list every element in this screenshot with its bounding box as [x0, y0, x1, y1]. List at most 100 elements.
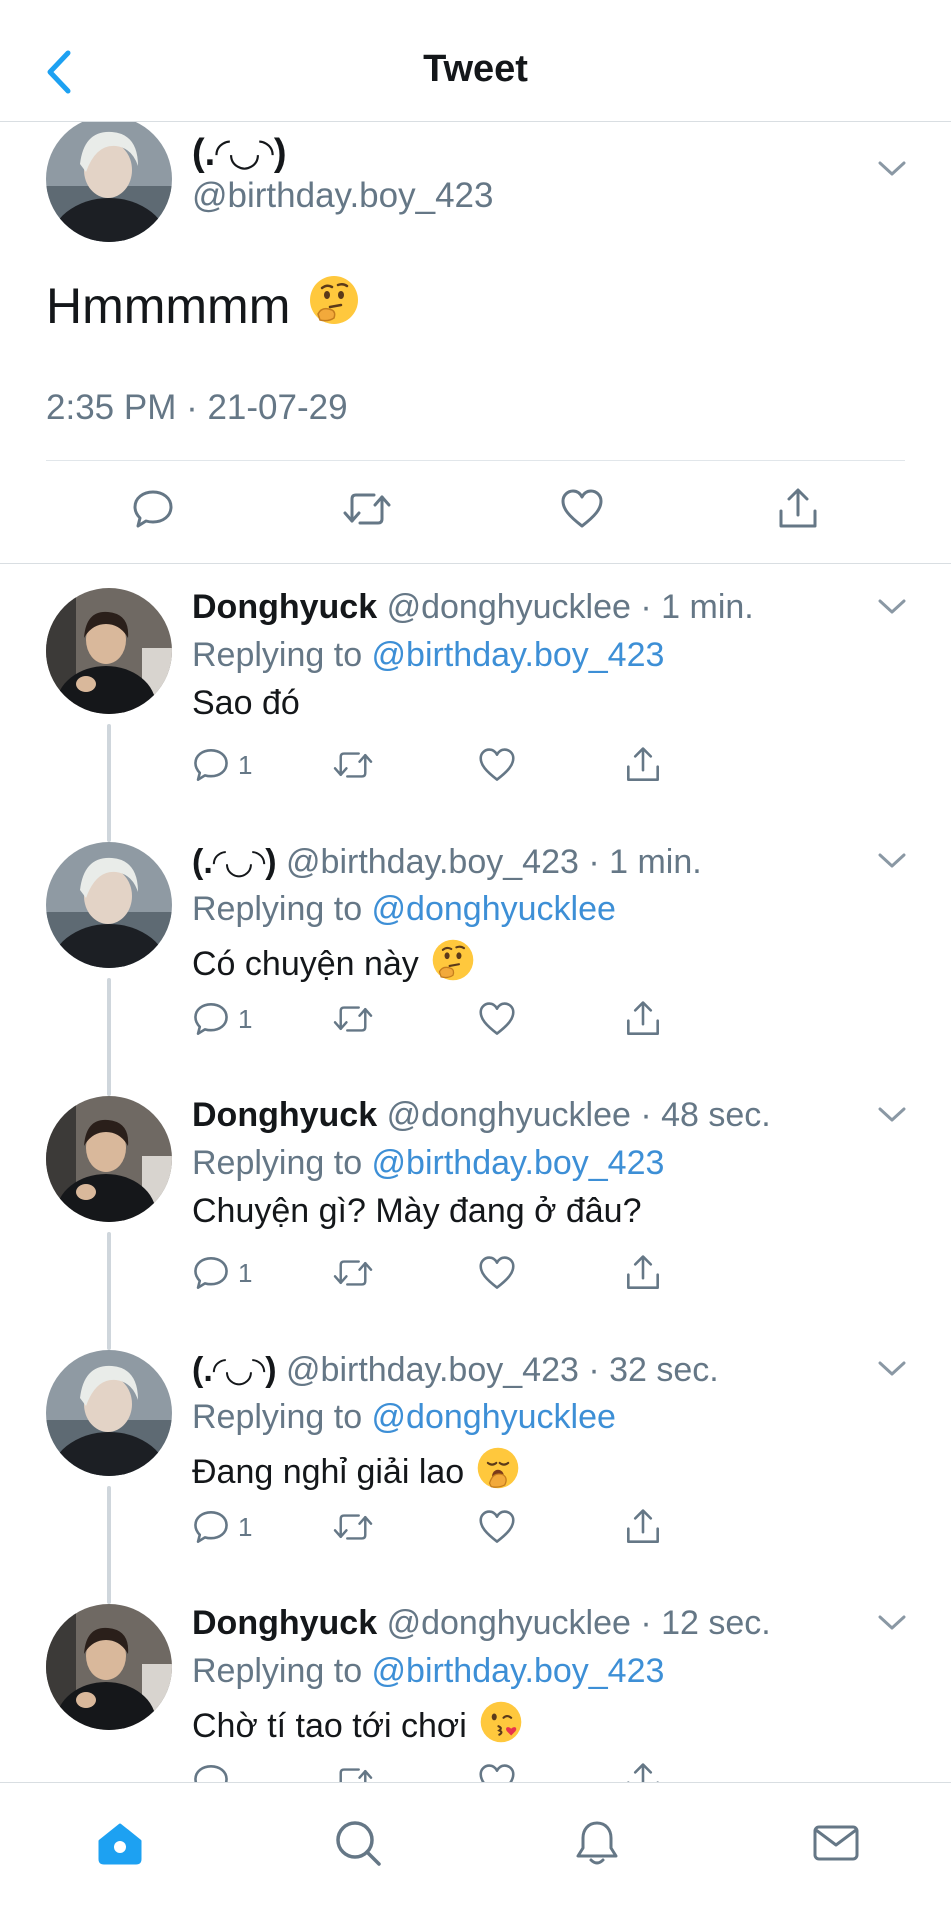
replying-to: Replying to @birthday.boy_423: [192, 1144, 664, 1183]
tweet-options-button[interactable]: [877, 598, 907, 621]
retweet-button[interactable]: [332, 1502, 374, 1552]
heart-icon: [477, 747, 517, 783]
replying-to-label: Replying to: [192, 636, 372, 674]
tweet-text-content: Chờ tí tao tới chơi: [192, 1707, 467, 1745]
reply-button[interactable]: 1: [192, 994, 252, 1044]
reply-icon: [192, 1508, 230, 1546]
chevron-down-icon: [877, 1615, 907, 1636]
tweet-text: Chờ tí tao tới chơi: [192, 1700, 523, 1753]
reply-button[interactable]: 1: [192, 740, 252, 790]
heart-icon: [477, 1509, 517, 1545]
chevron-down-icon: [877, 853, 907, 874]
tweet-text: Hmmmmm: [46, 274, 360, 338]
author-handle-time: @birthday.boy_423 · 1 min.: [286, 843, 702, 881]
heart-icon: [477, 1001, 517, 1037]
avatar[interactable]: [46, 588, 172, 714]
mention-link[interactable]: @birthday.boy_423: [372, 636, 665, 674]
author-name[interactable]: (.◜◡◝): [192, 1351, 277, 1389]
bell-icon: [576, 1821, 618, 1865]
avatar[interactable]: [46, 1604, 172, 1730]
tweet-options-button[interactable]: [877, 160, 907, 183]
avatar[interactable]: [46, 842, 172, 968]
reply-button[interactable]: 1: [192, 1502, 252, 1552]
share-button[interactable]: [624, 740, 662, 790]
mail-icon: [813, 1825, 859, 1861]
tweet-action-bar: 1: [192, 1248, 772, 1304]
reply-button[interactable]: [128, 484, 178, 534]
retweet-icon: [332, 1509, 374, 1545]
reply-count: 1: [238, 1511, 253, 1542]
retweet-button[interactable]: [342, 484, 392, 534]
tweet-text: Chuyện gì? Mày đang ở đâu?: [192, 1192, 642, 1231]
replying-to-label: Replying to: [192, 890, 372, 928]
like-button[interactable]: [477, 1502, 517, 1552]
main-tweet: (.◜◡◝) @birthday.boy_423 Hmmmmm 2:35 PM …: [0, 122, 951, 564]
avatar[interactable]: [46, 1096, 172, 1222]
top-nav-bar: Tweet: [0, 0, 951, 122]
tab-search[interactable]: [328, 1813, 388, 1873]
retweet-icon: [343, 493, 391, 525]
author-name[interactable]: Donghyuck: [192, 1604, 377, 1642]
reply-button[interactable]: 1: [192, 1248, 252, 1298]
retweet-button[interactable]: [332, 740, 374, 790]
author-name[interactable]: (.◜◡◝): [192, 843, 277, 881]
reply-tweet[interactable]: (.◜◡◝) @birthday.boy_423 · 1 min. Replyi…: [0, 818, 951, 1096]
tab-home[interactable]: [90, 1813, 150, 1873]
like-button[interactable]: [477, 994, 517, 1044]
replying-to-label: Replying to: [192, 1144, 372, 1182]
tab-messages[interactable]: [806, 1813, 866, 1873]
tweet-options-button[interactable]: [877, 1106, 907, 1129]
avatar[interactable]: [46, 1350, 172, 1476]
replying-to: Replying to @birthday.boy_423: [192, 1652, 664, 1691]
mention-link[interactable]: @donghyucklee: [372, 890, 616, 928]
chevron-down-icon: [877, 599, 907, 620]
mention-link[interactable]: @birthday.boy_423: [372, 1144, 665, 1182]
share-button[interactable]: [624, 1502, 662, 1552]
mention-link[interactable]: @donghyucklee: [372, 1398, 616, 1436]
reply-header: Donghyuck @donghyucklee · 48 sec.: [192, 1096, 771, 1135]
tweet-text-content: Chuyện gì? Mày đang ở đâu?: [192, 1192, 642, 1230]
mention-link[interactable]: @birthday.boy_423: [372, 1652, 665, 1690]
share-icon: [624, 746, 662, 784]
kissing-heart-face-icon: [479, 1700, 523, 1753]
author-name[interactable]: (.◜◡◝): [192, 130, 287, 175]
tweet-options-button[interactable]: [877, 1614, 907, 1637]
like-button[interactable]: [477, 740, 517, 790]
share-button[interactable]: [624, 1248, 662, 1298]
thinking-face-icon: [431, 938, 475, 991]
tweet-action-bar: [0, 480, 951, 550]
reply-icon: [192, 1000, 230, 1038]
reply-tweet[interactable]: Donghyuck @donghyucklee · 48 sec. Replyi…: [0, 1072, 951, 1350]
author-handle-time: @donghyucklee · 1 min.: [386, 588, 754, 626]
reply-tweet[interactable]: Donghyuck @donghyucklee · 1 min. Replyin…: [0, 564, 951, 842]
retweet-button[interactable]: [332, 994, 374, 1044]
share-icon: [624, 1508, 662, 1546]
replying-to: Replying to @donghyucklee: [192, 1398, 616, 1437]
tweet-options-button[interactable]: [877, 852, 907, 875]
tweet-text-content: Có chuyện này: [192, 945, 419, 983]
like-button[interactable]: [557, 484, 607, 534]
author-name[interactable]: Donghyuck: [192, 1096, 377, 1134]
tweet-action-bar: 1: [192, 1502, 772, 1558]
bottom-tab-bar: [0, 1782, 951, 1920]
tweet-text-content: Sao đó: [192, 684, 300, 722]
share-icon: [624, 1000, 662, 1038]
retweet-button[interactable]: [332, 1248, 374, 1298]
tweet-text-content: Hmmmmm: [46, 278, 291, 334]
reply-tweet[interactable]: (.◜◡◝) @birthday.boy_423 · 32 sec. Reply…: [0, 1326, 951, 1604]
tab-notifications[interactable]: [567, 1813, 627, 1873]
replying-to-label: Replying to: [192, 1652, 372, 1690]
author-handle[interactable]: @birthday.boy_423: [192, 176, 493, 216]
author-name[interactable]: Donghyuck: [192, 588, 377, 626]
heart-icon: [477, 1255, 517, 1291]
tweet-options-button[interactable]: [877, 1360, 907, 1383]
replying-to: Replying to @birthday.boy_423: [192, 636, 664, 675]
share-button[interactable]: [624, 994, 662, 1044]
tweet-action-bar: 1: [192, 994, 772, 1050]
like-button[interactable]: [477, 1248, 517, 1298]
retweet-icon: [332, 1255, 374, 1291]
avatar[interactable]: [46, 122, 172, 242]
replying-to: Replying to @donghyucklee: [192, 890, 616, 929]
reply-header: (.◜◡◝) @birthday.boy_423 · 1 min.: [192, 842, 702, 882]
share-button[interactable]: [773, 484, 823, 534]
